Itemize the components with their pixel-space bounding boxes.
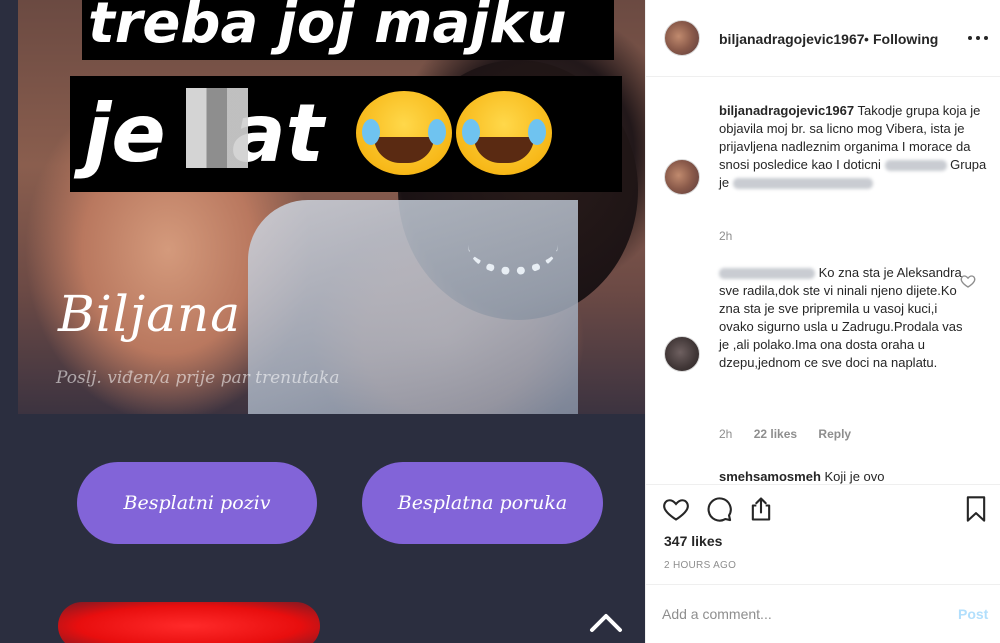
caption-text-2-start: je	[84, 87, 166, 180]
comment-2: Ko zna sta je Aleksandra sve radila,dok …	[719, 264, 969, 372]
post-header: biljanadragojevic1967 • Following	[646, 0, 1000, 77]
following-button[interactable]: Following	[873, 31, 938, 47]
caption-text-1: treba joj majku	[88, 0, 567, 56]
story-photo	[18, 0, 645, 414]
comment-username[interactable]: smehsamosmeh	[719, 469, 821, 484]
avatar[interactable]	[664, 336, 700, 372]
comment-text: Koji je ovo	[824, 469, 885, 484]
post-sidebar: biljanadragojevic1967 • Following biljan…	[645, 0, 1000, 643]
story-contact-name: Biljana	[58, 285, 242, 343]
like-heart-icon[interactable]	[662, 495, 690, 523]
add-comment-input[interactable]	[662, 603, 932, 625]
comment-text: Ko zna sta je Aleksandra sve radila,dok …	[719, 265, 963, 370]
laughing-emoji-icon	[455, 91, 552, 176]
blurred-username[interactable]	[719, 268, 815, 280]
comment-3: smehsamosmeh Koji je ovo	[719, 468, 989, 484]
avatar[interactable]	[664, 20, 700, 56]
comment-username[interactable]: biljanadragojevic1967	[719, 103, 854, 118]
comment-meta: 2h 22 likes Reply	[719, 427, 939, 441]
bookmark-icon[interactable]	[962, 495, 990, 523]
avatar[interactable]	[664, 159, 700, 195]
more-options-icon[interactable]	[968, 36, 990, 42]
story-caption-line-2: je at	[70, 76, 622, 192]
blurred-name	[884, 160, 947, 172]
post-timestamp: 2 HOURS AGO	[664, 560, 737, 571]
post-actions: 347 likes 2 HOURS AGO	[646, 484, 1000, 584]
header-username[interactable]: biljanadragojevic1967	[719, 31, 865, 47]
blurred-group	[732, 178, 873, 190]
free-call-button: Besplatni poziv	[77, 462, 317, 544]
comment-time: 2h	[719, 229, 733, 243]
likes-count[interactable]: 347 likes	[664, 533, 722, 549]
comment-1: biljanadragojevic1967 Takodje grupa koja…	[719, 102, 989, 192]
header-separator: •	[864, 31, 869, 47]
share-icon[interactable]	[747, 495, 775, 523]
post-button[interactable]: Post	[958, 606, 988, 622]
story-caption-line-1: treba joj majku	[82, 0, 614, 60]
add-comment-bar: Post	[646, 584, 1000, 643]
chevron-up-icon	[590, 614, 622, 632]
comment-likes[interactable]: 22 likes	[754, 427, 797, 441]
photo-necklace	[468, 215, 558, 275]
story-last-seen: Poslj. viđen/a prije par trenutaka	[56, 368, 340, 388]
reply-button[interactable]: Reply	[818, 427, 851, 441]
laughing-emoji-icon	[355, 91, 452, 176]
comment-bubble-icon[interactable]	[705, 495, 733, 523]
comment-time: 2h	[719, 427, 733, 441]
comment-like-heart-icon[interactable]	[960, 273, 976, 289]
post-image: treba joj majku je at Biljana Poslj. viđe…	[0, 0, 645, 643]
redacted-bar	[58, 602, 320, 643]
comments-list[interactable]: biljanadragojevic1967 Takodje grupa koja…	[646, 78, 1000, 484]
free-message-button: Besplatna poruka	[362, 462, 603, 544]
censor-pixelation	[186, 88, 248, 168]
